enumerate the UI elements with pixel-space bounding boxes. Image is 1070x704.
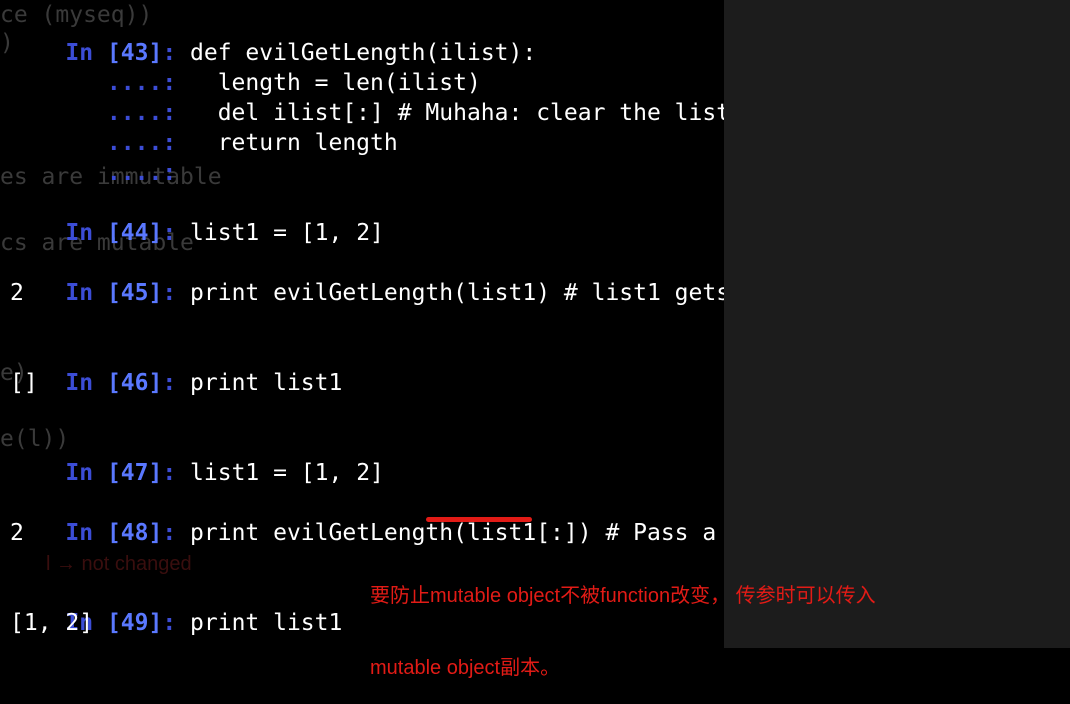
- prompt-number: [45]: [106, 280, 163, 306]
- chinese-annotation: 要防止mutable object不被function改变， 传参时可以传入 m…: [370, 536, 876, 704]
- prompt-colon: :: [162, 220, 191, 246]
- prompt-in: In: [65, 520, 107, 546]
- prompt-colon: :: [162, 610, 191, 636]
- prompt-colon: :: [162, 520, 191, 546]
- code-text: print list1: [190, 370, 343, 396]
- code-text: list1 = [1, 2]: [190, 220, 384, 246]
- output-line-46: []: [10, 370, 38, 396]
- prompt-number: [48]: [106, 520, 163, 546]
- prompt-colon: :: [162, 370, 191, 396]
- prompt-number: [46]: [106, 370, 163, 396]
- output-line-48: 2: [10, 520, 24, 546]
- output-line-45: 2: [10, 280, 24, 306]
- code-text: print list1: [190, 610, 343, 636]
- prompt-in: In: [65, 370, 107, 396]
- code-text: return length: [190, 130, 398, 156]
- prompt-number: [44]: [106, 220, 163, 246]
- prompt-in: In: [65, 220, 107, 246]
- annotation-line-2: mutable object副本。: [370, 657, 561, 679]
- continuation-marker: ....:: [65, 160, 191, 186]
- code-text: print evilGetLength(list1) # list1 gets …: [190, 280, 724, 306]
- input-line-45: In [45]: print evilGetLength(list1) # li…: [10, 248, 724, 338]
- output-line-49: [1, 2]: [10, 610, 94, 636]
- prompt-colon: :: [162, 280, 191, 306]
- prompt-number: [49]: [106, 610, 163, 636]
- input-line-46: In [46]: print list1: [10, 338, 342, 428]
- code-text: list1 = [1, 2]: [190, 460, 384, 486]
- annotation-line-1: 要防止mutable object不被function改变， 传参时可以传入: [370, 585, 876, 607]
- red-underline-annotation: [426, 517, 532, 522]
- prompt-number: [47]: [106, 460, 163, 486]
- prompt-colon: :: [162, 460, 191, 486]
- prompt-in: In: [65, 280, 107, 306]
- prompt-in: In: [65, 460, 107, 486]
